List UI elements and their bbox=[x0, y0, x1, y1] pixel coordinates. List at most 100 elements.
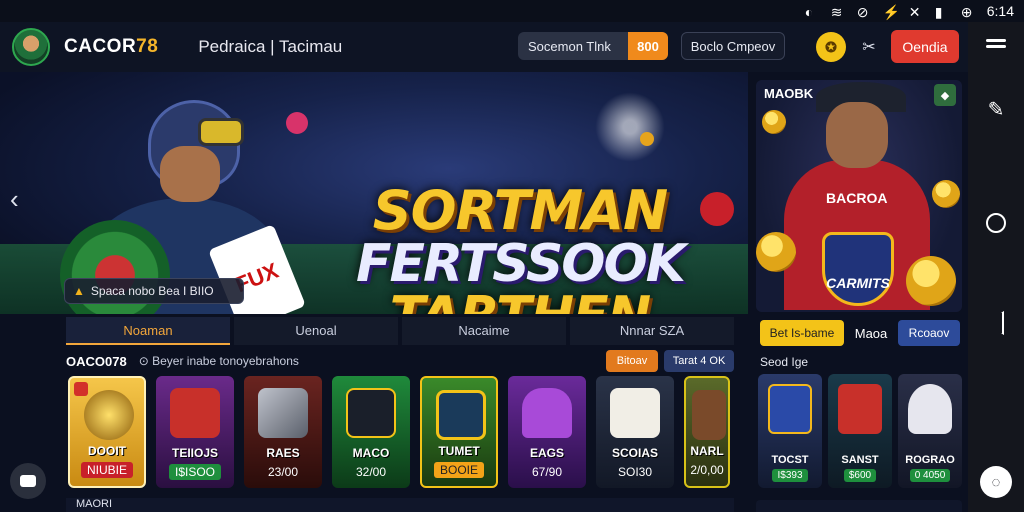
brand-logo[interactable]: CACOR78 bbox=[64, 36, 158, 58]
dice-icon bbox=[610, 388, 660, 438]
corner-icon[interactable]: ◆ bbox=[934, 84, 956, 106]
back-icon[interactable] bbox=[988, 311, 1004, 331]
side-card[interactable]: TOCST I$393 bbox=[758, 374, 822, 488]
section-filter-button[interactable]: Bitoav bbox=[606, 350, 658, 372]
signal-icon: ⚡ bbox=[882, 4, 901, 20]
promo-tag: MAOBK bbox=[764, 86, 814, 101]
chip-decor bbox=[286, 112, 308, 134]
side-card[interactable]: SANST $600 bbox=[828, 374, 892, 488]
game-name: EAGS bbox=[529, 446, 564, 460]
tab-noaman[interactable]: Noaman bbox=[66, 317, 230, 345]
app-root: ◐ ≋ ⊘ ⚡ ✕ ▮ ⊕ 6:14 CACOR78 Pedraica | Ta… bbox=[0, 0, 1024, 512]
game-card[interactable]: RAES 23/00 bbox=[244, 376, 322, 488]
game-name: TEIIOJS bbox=[171, 446, 218, 460]
game-card[interactable]: NARL 2/0,00 bbox=[684, 376, 730, 488]
status-bar: ◐ ≋ ⊘ ⚡ ✕ ▮ ⊕ 6:14 bbox=[0, 0, 1024, 22]
game-price: 23/00 bbox=[267, 465, 299, 479]
flame-icon: ▲ bbox=[73, 284, 85, 298]
chat-icon[interactable]: ◌ bbox=[980, 466, 1012, 498]
game-card[interactable]: DOOIT NIUBIE bbox=[68, 376, 146, 488]
cta-button[interactable]: Oendia bbox=[891, 30, 959, 63]
hero-banner[interactable]: FUX SORTMAN FERTSSOOK TARTHEN ▲ Spaca no… bbox=[0, 72, 748, 314]
nav-title[interactable]: Pedraica | Tacimau bbox=[198, 37, 342, 57]
promo-crest: CARMITS bbox=[822, 232, 894, 306]
mute-icon: ✕ bbox=[908, 4, 921, 20]
side-card-price: 0 4050 bbox=[909, 469, 951, 482]
section-total-button[interactable]: Tarat 4 OK bbox=[664, 350, 734, 372]
mode-button[interactable]: Maoa bbox=[850, 320, 892, 346]
hero-title-line1: SORTMAN bbox=[372, 179, 669, 242]
coin-decor bbox=[762, 110, 786, 134]
side-card[interactable]: ROGRAO 0 4050 bbox=[898, 374, 962, 488]
lock-icon: ⊕ bbox=[960, 4, 973, 20]
tab-nacaime[interactable]: Nacaime bbox=[402, 317, 566, 345]
game-card[interactable]: EAGS 67/90 bbox=[508, 376, 586, 488]
hero-title: SORTMAN FERTSSOOK TARTHEN bbox=[350, 179, 690, 315]
game-card[interactable]: TUMET BOOIE bbox=[420, 376, 498, 488]
game-name: RAES bbox=[266, 446, 300, 460]
section-subtitle: ⊙ Beyer inabe tonoyebrahons bbox=[138, 354, 299, 368]
app-header: CACOR78 Pedraica | Tacimau Socemon Tlnk … bbox=[0, 22, 968, 72]
side-section-label: Seod Ige bbox=[760, 355, 809, 369]
side-card-name: TOCST bbox=[771, 454, 809, 466]
compare-button[interactable]: Boclo Cmpeov bbox=[681, 32, 785, 60]
shield-icon bbox=[768, 384, 812, 434]
hot-badge-icon bbox=[74, 382, 88, 396]
database-icon[interactable] bbox=[10, 463, 46, 499]
cards-icon bbox=[170, 388, 220, 438]
game-price: NIUBIE bbox=[80, 462, 133, 478]
puzzle-icon[interactable]: ✎ bbox=[985, 99, 1007, 121]
game-name: TUMET bbox=[438, 444, 480, 458]
data-icon: ◐ bbox=[804, 4, 814, 20]
chest-icon bbox=[84, 390, 134, 440]
avatar[interactable] bbox=[12, 28, 50, 66]
player-goggles bbox=[198, 118, 244, 146]
sport-label: Socemon Tlnk bbox=[528, 38, 611, 54]
wifi-icon: ≋ bbox=[830, 4, 843, 20]
game-price: 67/90 bbox=[531, 465, 563, 479]
coin-decor bbox=[756, 232, 796, 272]
battery-icon: ▮ bbox=[934, 4, 943, 20]
category-tabs: Noaman Uenoal Nacaime Nnnar SZA bbox=[66, 317, 734, 345]
hero-title-line3: TARTHEN bbox=[350, 290, 690, 314]
bottom-strip: MAORI bbox=[66, 498, 734, 512]
home-icon[interactable] bbox=[986, 213, 1006, 233]
game-name: MACO bbox=[352, 446, 390, 460]
game-price: 32/00 bbox=[355, 465, 387, 479]
hero-badge[interactable]: ▲ Spaca nobo Bea I BIIO bbox=[64, 278, 244, 304]
tools-icon[interactable]: ✂ bbox=[856, 34, 882, 60]
game-price: BOOIE bbox=[433, 462, 484, 478]
sneaker-icon bbox=[522, 388, 572, 438]
chip-decor bbox=[640, 132, 654, 146]
stadium-lights bbox=[520, 92, 740, 162]
side-card-name: ROGRAO bbox=[905, 454, 955, 466]
system-nav-bar: ✎ ◌ bbox=[968, 22, 1024, 512]
game-price: I$ISOO bbox=[168, 464, 221, 480]
game-card[interactable]: SCOIAS SOI30 bbox=[596, 376, 674, 488]
sport-balance-pill[interactable]: Socemon Tlnk 800 bbox=[518, 32, 668, 60]
game-name: SCOIAS bbox=[611, 446, 658, 460]
game-card[interactable]: TEIIOJS I$ISOO bbox=[156, 376, 234, 488]
tab-nnnar[interactable]: Nnnar SZA bbox=[570, 317, 734, 345]
game-card[interactable]: MACO 32/00 bbox=[332, 376, 410, 488]
coin-decor bbox=[932, 180, 960, 208]
hero-title-line2: FERTSSOOK bbox=[356, 234, 686, 294]
game-price: 2/0,00 bbox=[690, 463, 724, 477]
side-cards: TOCST I$393 SANST $600 ROGRAO 0 4050 bbox=[758, 374, 962, 490]
side-card-price: $600 bbox=[843, 469, 877, 482]
brand-number: 78 bbox=[136, 36, 159, 57]
bet-button[interactable]: Bet Is-bame bbox=[760, 320, 844, 346]
chevron-left-icon[interactable]: ‹ bbox=[10, 184, 19, 215]
menu-icon[interactable] bbox=[986, 36, 1006, 51]
game-price: SOI30 bbox=[617, 465, 653, 479]
promo-card[interactable]: BACROA CARMITS MAOBK ◆ bbox=[756, 80, 962, 312]
coin-icon[interactable]: ✪ bbox=[816, 32, 846, 62]
phone-icon bbox=[346, 388, 396, 438]
game-name: NARL bbox=[690, 444, 724, 458]
hero-badge-text: Spaca nobo Bea I BIIO bbox=[90, 284, 214, 298]
character-icon bbox=[908, 384, 952, 434]
record-button[interactable]: Rcoaov bbox=[898, 320, 960, 346]
coin-decor bbox=[906, 256, 956, 306]
tab-uenoal[interactable]: Uenoal bbox=[234, 317, 398, 345]
chip-decor bbox=[700, 192, 734, 226]
